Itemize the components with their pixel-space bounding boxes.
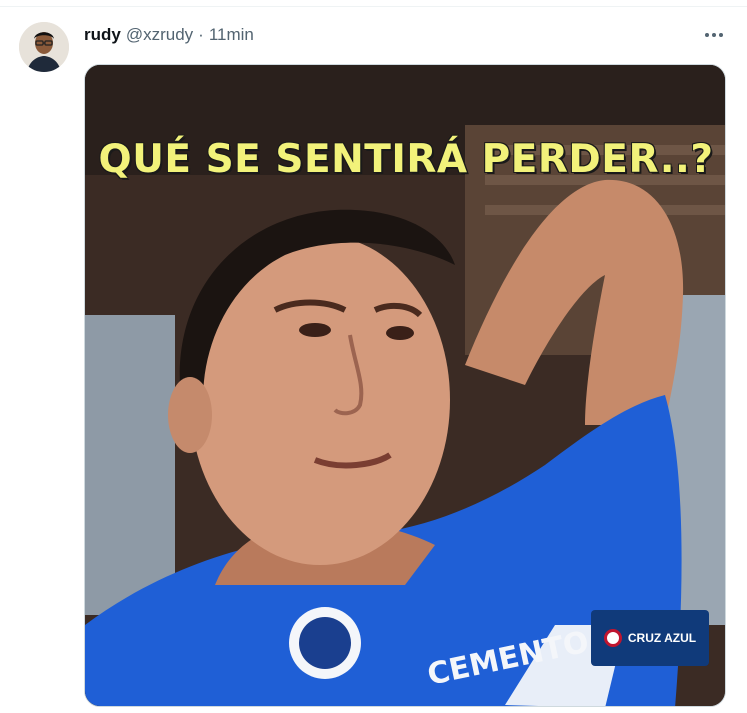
club-crest-icon (603, 629, 622, 647)
tweet[interactable]: rudy @xzrudy · 11min CEMENTO QUÉ SE SENT… (0, 0, 747, 713)
meme-caption: QUÉ SE SENTIRÁ PERDER..? (98, 137, 714, 182)
separator-dot: · (198, 25, 204, 44)
tweet-header: rudy @xzrudy · 11min (84, 24, 254, 46)
watermark-badge: CRUZ AZUL (591, 610, 709, 666)
more-options-button[interactable] (701, 22, 727, 48)
more-icon (705, 33, 723, 37)
display-name[interactable]: rudy (84, 25, 121, 45)
avatar-image (19, 22, 69, 72)
avatar[interactable] (19, 22, 69, 72)
watermark-text: CRUZ AZUL (627, 631, 697, 645)
tweet-media-image[interactable]: CEMENTO QUÉ SE SENTIRÁ PERDER..? CRUZ AZ… (84, 64, 726, 707)
timestamp[interactable]: 11min (209, 25, 254, 45)
user-handle[interactable]: @xzrudy (126, 25, 193, 45)
